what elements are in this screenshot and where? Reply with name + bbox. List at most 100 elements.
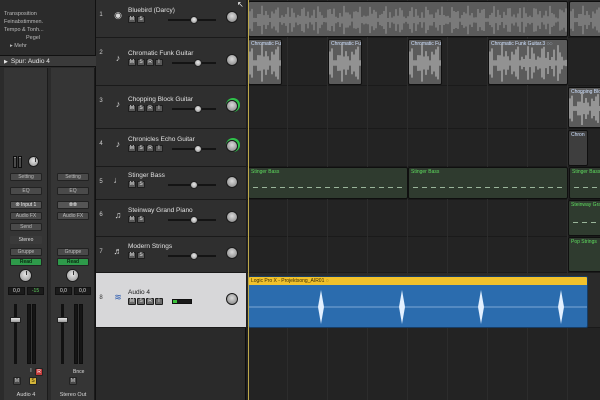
mute-button[interactable]: M: [69, 377, 77, 385]
track-pan-knob[interactable]: [226, 211, 238, 223]
track-mute-button[interactable]: M: [128, 216, 136, 223]
track-inspector-header[interactable]: ▶ Spur: Audio 4: [0, 55, 96, 67]
track-name[interactable]: Audio 4: [128, 289, 150, 296]
chromatic-funk-region[interactable]: Chromatic Funk Guitar.3 ◌◌: [488, 39, 568, 85]
track-volume-handle[interactable]: [194, 59, 202, 67]
track-mute-button[interactable]: M: [128, 145, 136, 152]
track-mute-button[interactable]: M: [128, 181, 136, 188]
track-solo-button[interactable]: S: [137, 59, 145, 66]
track-solo-button[interactable]: S: [137, 298, 145, 305]
volume-fader-handle[interactable]: [10, 317, 21, 323]
track-header-1[interactable]: 1 ◉ Bluebird (Darcy) M S: [96, 0, 246, 38]
bounce-button[interactable]: Bnce: [73, 369, 84, 375]
track-pan-knob[interactable]: [226, 247, 238, 259]
pan-knob[interactable]: [19, 269, 32, 282]
track-pan-knob[interactable]: [226, 293, 238, 305]
track-solo-button[interactable]: S: [137, 105, 145, 112]
stinger-bass-region[interactable]: Stinger Bass: [248, 167, 408, 199]
track-record-enable-button[interactable]: R: [146, 59, 154, 66]
track-header-2[interactable]: 2 ♪ Chromatic Funk Guitar M S R I: [96, 38, 246, 86]
track-lane[interactable]: [247, 200, 600, 237]
chromatic-funk-region[interactable]: Chromatic Fun: [248, 39, 282, 85]
setting-button[interactable]: Setting: [10, 173, 42, 181]
drummer-region[interactable]: [248, 1, 568, 37]
track-pan-knob[interactable]: [226, 176, 238, 188]
drummer-region[interactable]: [569, 1, 600, 37]
volume-fader-handle[interactable]: [57, 317, 68, 323]
track-input-monitor-button[interactable]: I: [155, 59, 163, 66]
track-volume-handle[interactable]: [194, 145, 202, 153]
chromatic-funk-region[interactable]: Chromatic Funk: [328, 39, 362, 85]
input-button[interactable]: ⦾ Input 1: [10, 201, 42, 209]
track-name[interactable]: Steinway Grand Piano: [128, 207, 193, 214]
track-name[interactable]: Chopping Block Guitar: [128, 96, 193, 103]
track-pan-knob[interactable]: [226, 11, 238, 23]
playhead[interactable]: [248, 0, 249, 400]
track-solo-button[interactable]: S: [137, 216, 145, 223]
track-input-monitor-button[interactable]: I: [155, 298, 163, 305]
pan-knob[interactable]: [66, 269, 79, 282]
track-volume-handle[interactable]: [190, 216, 198, 224]
track-volume-handle[interactable]: [190, 16, 198, 24]
inspector-more-disclosure[interactable]: ▸ Mehr: [0, 42, 95, 50]
track-name[interactable]: Modern Strings: [128, 243, 172, 250]
audio-4-region[interactable]: Logic Pro X - Projektsong_AIR01 ◌: [248, 276, 588, 328]
gain-knob[interactable]: [28, 156, 39, 167]
track-record-enable-button[interactable]: R: [146, 145, 154, 152]
track-lane[interactable]: [247, 129, 600, 167]
inspector-row-tempo-pitch[interactable]: Tempo & Tonh...: [0, 26, 95, 34]
track-solo-button[interactable]: S: [137, 145, 145, 152]
send-button[interactable]: Send: [10, 223, 42, 231]
track-record-enable-button[interactable]: R: [146, 298, 154, 305]
track-mute-button[interactable]: M: [128, 16, 136, 23]
eq-button[interactable]: EQ: [57, 187, 89, 195]
track-header-4[interactable]: 4 ♪ Chronicles Echo Guitar M S R I: [96, 129, 246, 167]
audio-fx-button[interactable]: Audio FX: [57, 212, 89, 220]
steinway-region[interactable]: Steinway Grand: [568, 200, 600, 236]
inspector-row-transposition[interactable]: Transposition: [0, 10, 95, 18]
track-lane[interactable]: [247, 237, 600, 273]
track-pan-knob[interactable]: [226, 100, 238, 112]
chromatic-funk-region[interactable]: Chromatic Funk: [408, 39, 442, 85]
track-mute-button[interactable]: M: [128, 59, 136, 66]
track-header-7[interactable]: 7 ♬ Modern Strings M S: [96, 237, 246, 273]
setting-button[interactable]: Setting: [57, 173, 89, 181]
eq-button[interactable]: EQ: [10, 187, 42, 195]
automation-read-button[interactable]: Read: [57, 258, 89, 266]
track-mute-button[interactable]: M: [128, 105, 136, 112]
track-header-8[interactable]: 8 ≋ Audio 4 MSRI: [96, 273, 246, 328]
record-enable-button[interactable]: R: [35, 368, 43, 376]
pop-strings-region[interactable]: Pop Strings: [568, 237, 600, 272]
track-name[interactable]: Bluebird (Darcy): [128, 7, 175, 14]
track-input-monitor-button[interactable]: I: [155, 105, 163, 112]
track-pan-knob[interactable]: [226, 54, 238, 66]
mute-button[interactable]: M: [13, 377, 21, 385]
track-volume-handle[interactable]: [194, 105, 202, 113]
automation-read-button[interactable]: Read: [10, 258, 42, 266]
track-solo-button[interactable]: S: [137, 252, 145, 259]
track-input-monitor-button[interactable]: I: [155, 145, 163, 152]
tracks-area[interactable]: Chromatic Fun Chromatic Funk Chromatic Fun…: [247, 0, 600, 400]
track-name[interactable]: Chromatic Funk Guitar: [128, 50, 193, 57]
stinger-bass-region[interactable]: Stinger Bass: [408, 167, 568, 199]
track-volume-handle[interactable]: [190, 252, 198, 260]
track-volume-handle[interactable]: [190, 181, 198, 189]
track-header-6[interactable]: 6 ♫ Steinway Grand Piano M S: [96, 200, 246, 237]
chopping-block-region[interactable]: Chopping Block: [568, 87, 600, 128]
track-mute-button[interactable]: M: [128, 252, 136, 259]
group-button[interactable]: Gruppe: [57, 248, 89, 256]
track-lane[interactable]: [247, 86, 600, 129]
track-mute-button[interactable]: M: [128, 298, 136, 305]
track-pan-knob[interactable]: [226, 140, 238, 152]
inspector-row-fine-tune[interactable]: Feinabstimmen.: [0, 18, 95, 26]
track-record-enable-button[interactable]: R: [146, 105, 154, 112]
track-name[interactable]: Chronicles Echo Guitar: [128, 136, 195, 143]
track-solo-button[interactable]: S: [137, 16, 145, 23]
input-button[interactable]: ⦾⦾: [57, 201, 89, 209]
track-name[interactable]: Stinger Bass: [128, 172, 165, 179]
solo-button[interactable]: S: [29, 377, 37, 385]
track-header-5[interactable]: 5 ♩ Stinger Bass M S: [96, 167, 246, 200]
track-solo-button[interactable]: S: [137, 181, 145, 188]
output-stereo-button[interactable]: Stereo: [10, 236, 42, 244]
inspector-row-level[interactable]: Pegel: [0, 34, 95, 42]
